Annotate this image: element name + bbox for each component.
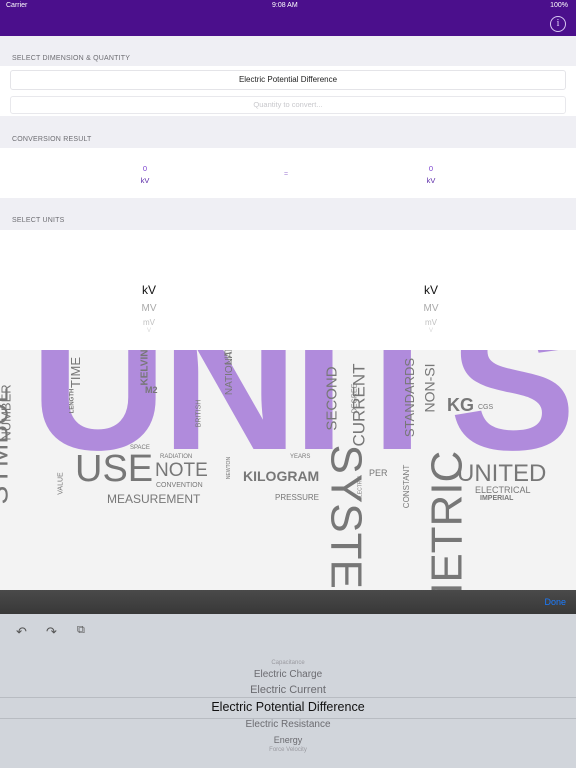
word-cloud-word: RADIATION	[160, 454, 193, 460]
picker-option[interactable]: Electric Resistance	[0, 719, 576, 730]
picker-option-selected[interactable]: Electric Potential Difference	[0, 700, 576, 714]
result-to: 0 kV	[401, 164, 461, 185]
dimension-field[interactable]: Electric Potential Difference	[10, 70, 566, 90]
keyboard-shortcut-bar: ↶ ↷ ⧉	[0, 614, 576, 648]
word-cloud-word: ELECTRICAL	[475, 485, 531, 495]
undo-icon[interactable]: ↶	[16, 624, 27, 640]
unit-picker-to-selected[interactable]: kV	[391, 283, 471, 297]
word-cloud-word: METRIC	[422, 450, 472, 590]
status-carrier: Carrier	[6, 2, 28, 9]
paste-icon[interactable]: ⧉	[77, 624, 85, 637]
amount-input[interactable]: Quantity to convert...	[10, 96, 566, 114]
picker-toolbar: Done	[0, 590, 576, 614]
word-cloud-word: SYSTEM	[321, 444, 371, 590]
section-header-dimension: SELECT DIMENSION & QUANTITY	[12, 55, 131, 62]
picker-option[interactable]: Force Velocity	[0, 747, 576, 753]
picker-option[interactable]: Electric Charge	[0, 669, 576, 680]
word-cloud-word: KILOGRAM	[243, 468, 320, 484]
word-cloud-word: TIME	[68, 356, 84, 389]
unit-picker-to-option[interactable]: mV	[391, 318, 471, 327]
result-from-value: 0	[142, 164, 148, 173]
word-cloud-word: SPACE	[130, 445, 150, 451]
word-cloud-word: BRITISH	[195, 399, 203, 428]
status-time: 9:08 AM	[272, 2, 298, 9]
word-cloud-word: M2	[145, 385, 158, 395]
unit-picker-from-selected[interactable]: kV	[109, 283, 189, 297]
done-button[interactable]: Done	[544, 597, 566, 607]
result-to-unit: kV	[426, 176, 436, 185]
word-cloud-word: CONSTANT	[402, 464, 412, 509]
word-cloud-word: MEASUREMENT	[107, 492, 201, 506]
word-cloud-word: DEGREE	[351, 383, 359, 414]
word-cloud-word: NOTE	[155, 460, 208, 481]
section-header-units: SELECT UNITS	[12, 217, 65, 224]
unit-picker-from[interactable]: kV MV mV V	[109, 283, 189, 334]
result-from: 0 kV	[115, 164, 175, 185]
word-cloud-word: PER	[369, 468, 388, 478]
result-to-value: 0	[428, 164, 434, 173]
word-cloud-word: CONVENTION	[156, 482, 203, 489]
section-header-result: CONVERSION RESULT	[12, 136, 92, 143]
equals-sign: =	[284, 171, 289, 178]
info-icon[interactable]: i	[550, 16, 566, 32]
word-cloud-word: LENGTH	[69, 388, 76, 414]
word-cloud-word: IMPERIAL	[480, 495, 514, 502]
unit-picker-to-option[interactable]: V	[391, 328, 471, 334]
word-cloud-word: NEWTON	[226, 456, 233, 480]
word-cloud-word: ELECTRIC	[357, 475, 364, 501]
word-cloud-word: STANDARDS	[402, 357, 418, 438]
word-cloud-word: USE	[75, 448, 154, 490]
nav-bar: i	[0, 12, 576, 36]
word-cloud-word: LITRE	[223, 350, 235, 365]
word-cloud-word: CGS	[478, 404, 494, 411]
word-cloud-word: NUMBER	[0, 384, 14, 441]
word-cloud-word: YEARS	[290, 454, 311, 460]
unit-picker-from-option[interactable]: V	[109, 328, 189, 334]
unit-picker-from-option[interactable]: MV	[109, 303, 189, 314]
picker-option[interactable]: Capacitance	[0, 660, 576, 666]
word-cloud-word: KELVIN	[139, 350, 151, 386]
word-cloud-image: UNITS SYMBOL NUMBER TIME KELVIN M2 LENGT…	[0, 350, 576, 590]
unit-picker-from-option[interactable]: mV	[109, 318, 189, 327]
status-battery: 100%	[550, 2, 568, 9]
word-cloud-word: VALUE	[57, 472, 65, 495]
picker-option[interactable]: Energy	[0, 735, 576, 745]
picker-option[interactable]: Electric Current	[0, 684, 576, 696]
unit-picker-to-option[interactable]: MV	[391, 303, 471, 314]
word-cloud-word: NON-SI	[421, 363, 438, 413]
result-from-unit: kV	[140, 176, 150, 185]
unit-picker-to[interactable]: kV MV mV V	[391, 283, 471, 334]
units-panel	[0, 230, 576, 350]
word-cloud-word: SECOND	[323, 366, 341, 431]
status-bar: Carrier 9:08 AM 100%	[0, 0, 576, 12]
word-cloud-word: KG	[447, 395, 474, 415]
word-cloud-word: PRESSURE	[275, 493, 320, 502]
redo-icon[interactable]: ↷	[46, 624, 57, 640]
